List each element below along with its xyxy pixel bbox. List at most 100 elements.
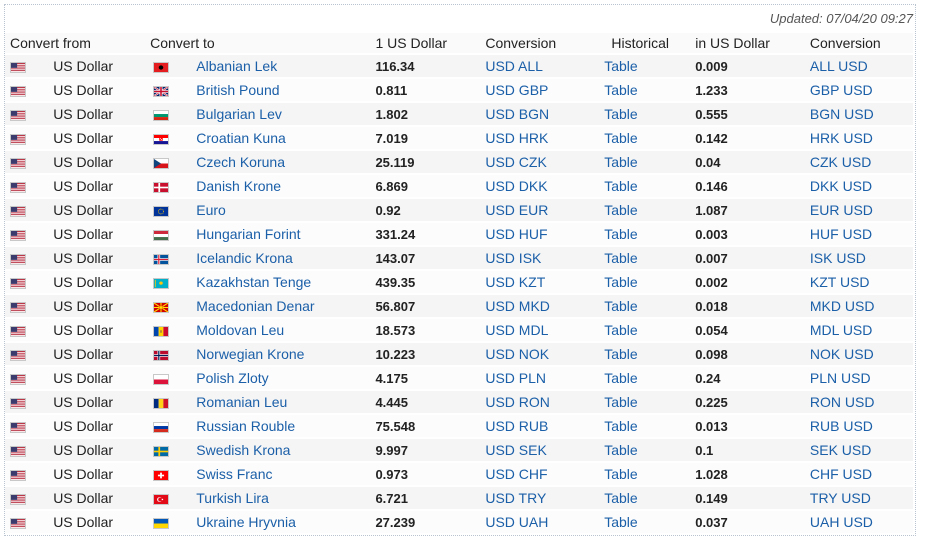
to-flag-cell [150, 151, 197, 173]
rate-value: 1.802 [375, 103, 486, 125]
to-currency-link[interactable]: Hungarian Forint [196, 226, 300, 242]
inverse-conversion-link[interactable]: CZK USD [810, 154, 871, 170]
to-currency-link[interactable]: Swedish Krona [196, 442, 290, 458]
inverse-conversion-link[interactable]: CHF USD [810, 466, 872, 482]
to-flag-cell [150, 319, 197, 341]
inverse-conversion-link[interactable]: RON USD [810, 394, 875, 410]
conversion-link[interactable]: USD BGN [485, 106, 549, 122]
inverse-conversion-link[interactable]: RUB USD [810, 418, 873, 434]
conversion-link[interactable]: USD CZK [485, 154, 546, 170]
inverse-conversion-link[interactable]: HUF USD [810, 226, 872, 242]
inverse-conversion-link[interactable]: HRK USD [810, 130, 873, 146]
to-currency-link[interactable]: Moldovan Leu [196, 322, 284, 338]
inverse-conversion-link[interactable]: SEK USD [810, 442, 871, 458]
to-currency-link[interactable]: Euro [196, 202, 226, 218]
poland-flag-icon [153, 373, 170, 385]
to-currency-link[interactable]: Kazakhstan Tenge [196, 274, 311, 290]
to-flag-cell [150, 175, 197, 197]
us-flag-icon [10, 445, 26, 457]
inverse-conversion-link[interactable]: ALL USD [810, 58, 868, 74]
conversion-link[interactable]: USD TRY [485, 490, 546, 506]
historical-table-link[interactable]: Table [604, 178, 637, 194]
conversion-link[interactable]: USD RON [485, 394, 550, 410]
historical-table-link[interactable]: Table [604, 130, 637, 146]
table-row: US Dollar Kazakhstan Tenge 439.35 USD KZT Ta… [5, 271, 913, 293]
inverse-conversion-link[interactable]: EUR USD [810, 202, 873, 218]
inverse-conversion-link[interactable]: UAH USD [810, 514, 873, 530]
inverse-conversion-link[interactable]: DKK USD [810, 178, 872, 194]
to-currency-link[interactable]: Russian Rouble [196, 418, 295, 434]
conversion-link[interactable]: USD HRK [485, 130, 548, 146]
to-currency-link[interactable]: British Pound [196, 82, 279, 98]
inverse-conversion-link[interactable]: MDL USD [810, 322, 873, 338]
from-flag-cell [5, 199, 54, 221]
conversion-link[interactable]: USD UAH [485, 514, 548, 530]
historical-table-link[interactable]: Table [604, 418, 637, 434]
historical-table-link[interactable]: Table [604, 106, 637, 122]
to-currency-link[interactable]: Turkish Lira [196, 490, 269, 506]
historical-table-link[interactable]: Table [604, 154, 637, 170]
to-currency-link[interactable]: Danish Krone [196, 178, 281, 194]
conversion-link[interactable]: USD PLN [485, 370, 546, 386]
to-currency-link[interactable]: Icelandic Krona [196, 250, 293, 266]
historical-table-link[interactable]: Table [604, 322, 637, 338]
conversion-link[interactable]: USD SEK [485, 442, 546, 458]
to-currency-link[interactable]: Ukraine Hryvnia [196, 514, 296, 530]
historical-table-link[interactable]: Table [604, 58, 637, 74]
historical-table-link[interactable]: Table [604, 394, 637, 410]
rate-value: 75.548 [375, 415, 486, 437]
historical-table-link[interactable]: Table [604, 442, 637, 458]
historical-table-link[interactable]: Table [604, 370, 637, 386]
to-currency-link[interactable]: Romanian Leu [196, 394, 287, 410]
conversion-link[interactable]: USD KZT [485, 274, 545, 290]
inverse-conversion-link[interactable]: NOK USD [810, 346, 874, 362]
conversion-link[interactable]: USD EUR [485, 202, 548, 218]
inverse-rate-value: 1.028 [695, 463, 810, 485]
conversion-link[interactable]: USD CHF [485, 466, 547, 482]
from-currency: US Dollar [53, 439, 151, 461]
to-currency-link[interactable]: Polish Zloty [196, 370, 268, 386]
inverse-conversion-link[interactable]: ISK USD [810, 250, 866, 266]
conversion-link[interactable]: USD HUF [485, 226, 547, 242]
historical-table-link[interactable]: Table [604, 346, 637, 362]
inverse-conversion-link[interactable]: GBP USD [810, 82, 873, 98]
inverse-conversion-link[interactable]: PLN USD [810, 370, 871, 386]
conversion-link[interactable]: USD MDL [485, 322, 548, 338]
to-currency-link[interactable]: Czech Koruna [196, 154, 285, 170]
header-inverse-conversion: Conversion [809, 33, 913, 53]
rate-value: 331.24 [375, 223, 486, 245]
historical-table-link[interactable]: Table [604, 226, 637, 242]
conversion-link[interactable]: USD GBP [485, 82, 548, 98]
historical-table-link[interactable]: Table [604, 250, 637, 266]
to-currency-link[interactable]: Norwegian Krone [196, 346, 304, 362]
historical-table-link[interactable]: Table [604, 274, 637, 290]
historical-table-link[interactable]: Table [604, 490, 637, 506]
conversion-link[interactable]: USD ISK [485, 250, 541, 266]
us-flag-icon [10, 109, 26, 121]
from-flag-cell [5, 79, 54, 101]
inverse-conversion-link[interactable]: KZT USD [810, 274, 870, 290]
us-flag-icon [10, 85, 26, 97]
conversion-link[interactable]: USD NOK [485, 346, 549, 362]
inverse-conversion-link[interactable]: TRY USD [810, 490, 871, 506]
historical-table-link[interactable]: Table [604, 298, 637, 314]
conversion-link[interactable]: USD ALL [485, 58, 543, 74]
conversion-link[interactable]: USD MKD [485, 298, 550, 314]
historical-table-link[interactable]: Table [604, 514, 637, 530]
inverse-conversion-link[interactable]: BGN USD [810, 106, 874, 122]
historical-table-link[interactable]: Table [604, 202, 637, 218]
to-currency-link[interactable]: Macedonian Denar [196, 298, 314, 314]
historical-table-link[interactable]: Table [604, 466, 637, 482]
conversion-link[interactable]: USD DKK [485, 178, 547, 194]
czech-flag-icon [153, 157, 170, 169]
to-currency-link[interactable]: Croatian Kuna [196, 130, 286, 146]
conversion-link[interactable]: USD RUB [485, 418, 548, 434]
historical-table-link[interactable]: Table [604, 82, 637, 98]
table-row: US Dollar Icelandic Krona 143.07 USD ISK Tab… [5, 247, 913, 269]
to-currency-link[interactable]: Swiss Franc [196, 466, 272, 482]
inverse-rate-value: 1.233 [695, 79, 810, 101]
to-currency-link[interactable]: Albanian Lek [196, 58, 277, 74]
to-currency-link[interactable]: Bulgarian Lev [196, 106, 282, 122]
inverse-conversion-link[interactable]: MKD USD [810, 298, 875, 314]
from-currency: US Dollar [53, 343, 151, 365]
